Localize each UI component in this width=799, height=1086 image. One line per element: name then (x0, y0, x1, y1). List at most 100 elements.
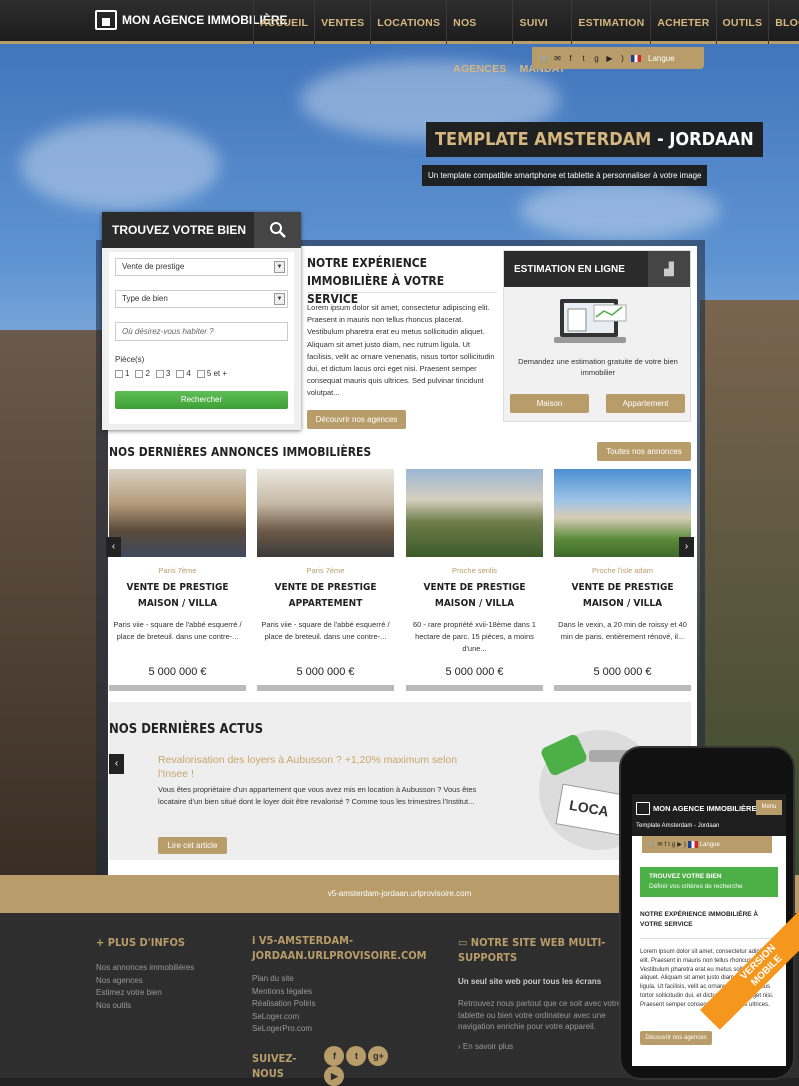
pieces-checkbox-2[interactable]: 2 (135, 369, 150, 378)
footer-link[interactable]: Plan du site (252, 973, 392, 986)
twitter-icon[interactable]: t (579, 54, 588, 63)
info-icon: i (252, 934, 259, 947)
youtube-icon[interactable]: ▶ (605, 54, 614, 63)
estimation-widget: ESTIMATION EN LIGNE ▟ Demandez une estima… (503, 250, 691, 422)
listing-title[interactable]: VENTE DE PRESTIGE APPARTEMENT (257, 580, 394, 612)
news-prev-arrow[interactable]: ‹ (109, 754, 124, 774)
googleplus-icon[interactable]: g (672, 842, 675, 848)
mobile-social-bar: 🛒 ✉ f t g ▶) Langue (642, 836, 772, 853)
listing-card[interactable]: Paris 7ème VENTE DE PRESTIGE MAISON / VIL… (109, 469, 246, 691)
pieces-checkbox-1[interactable]: 1 (115, 369, 129, 378)
footer-link[interactable]: Réalisation Poliris (252, 998, 392, 1011)
nav-acheter[interactable]: ACHETER (650, 0, 715, 44)
footer-link[interactable]: Mentions légales (252, 986, 392, 999)
hero-subtitle: Un template compatible smartphone et tab… (422, 165, 708, 186)
search-title: TROUVEZ VOTRE BIEN (112, 223, 247, 237)
search-icon[interactable] (254, 212, 301, 248)
experience-text: Lorem ipsum dolor sit amet, consectetur … (307, 303, 495, 398)
footer-link[interactable]: Nos agences (96, 975, 236, 988)
facebook-icon[interactable]: f (324, 1045, 345, 1066)
footer-link[interactable]: Nos outils (96, 1000, 236, 1013)
youtube-icon[interactable]: ▶ (677, 841, 682, 848)
mail-icon[interactable]: ✉ (553, 54, 562, 63)
nav-outils[interactable]: OUTILS (715, 0, 769, 44)
estimate-apartment-button[interactable]: Appartement (606, 394, 685, 413)
estimation-title: ESTIMATION EN LIGNE (514, 264, 625, 275)
footer-site-links: Plan du site Mentions légales Réalisatio… (252, 973, 392, 1036)
nav-blog[interactable]: BLOG (768, 0, 799, 44)
mobile-menu-button[interactable]: Menu (756, 800, 782, 815)
pieces-checkbox-4[interactable]: 4 (176, 369, 191, 378)
hero-title-main: TEMPLATE AMSTERDAM (435, 129, 652, 150)
listing-location: Proche l'isle adam (591, 566, 654, 575)
listing-title[interactable]: VENTE DE PRESTIGE MAISON / VILLA (554, 580, 691, 612)
plus-icon: + (96, 936, 108, 949)
all-listings-button[interactable]: Toutes nos annonces (597, 442, 691, 461)
nav-accueil[interactable]: ACCUEIL (253, 0, 314, 44)
rss-icon[interactable]: ) (618, 54, 627, 63)
mobile-mockup: MON AGENCE IMMOBILIÈRE Menu Template Ams… (619, 746, 795, 1080)
facebook-icon[interactable]: f (566, 54, 575, 63)
facebook-icon[interactable]: f (665, 842, 667, 848)
listing-card[interactable]: Proche l'isle adam VENTE DE PRESTIGE MAIS… (554, 469, 691, 691)
listing-title[interactable]: VENTE DE PRESTIGE MAISON / VILLA (406, 580, 543, 612)
footer-link[interactable]: SeLoger.com (252, 1011, 392, 1024)
news-headline[interactable]: Revalorisation des loyers à Aubusson ? +… (158, 753, 488, 781)
mobile-discover-button[interactable]: Découvrir nos agences (640, 1031, 712, 1045)
twitter-icon[interactable]: t (668, 842, 670, 848)
nav-estimation[interactable]: ESTIMATION (571, 0, 650, 44)
youtube-icon[interactable]: ▶ (324, 1065, 345, 1086)
listing-photo[interactable] (406, 469, 543, 557)
mail-icon[interactable]: ✉ (657, 841, 662, 848)
footer-multisupport-sub: Un seul site web pour tous les écrans (458, 977, 602, 986)
read-article-button[interactable]: Lire cet article (158, 837, 227, 854)
cart-icon[interactable]: 🛒 (540, 54, 550, 63)
footer-link[interactable]: Estimez votre bien (96, 987, 236, 1000)
listing-price: 5 000 000 € (148, 666, 207, 678)
listing-photo[interactable] (257, 469, 394, 557)
googleplus-icon[interactable]: g+ (368, 1045, 389, 1066)
listing-card[interactable]: Proche senlis VENTE DE PRESTIGE MAISON / … (406, 469, 543, 691)
main-nav: ACCUEIL VENTES LOCATIONS NOS AGENCES SUI… (253, 0, 799, 75)
laptop-calculator-image (554, 299, 627, 343)
twitter-icon[interactable]: t (346, 1045, 367, 1066)
experience-title: NOTRE EXPÉRIENCE IMMOBILIÈRE À VOTRE SER… (307, 256, 445, 306)
nav-nos-agences[interactable]: NOS AGENCES (446, 0, 512, 75)
carousel-next-arrow[interactable]: › (679, 537, 694, 557)
listing-title[interactable]: VENTE DE PRESTIGE MAISON / VILLA (109, 580, 246, 612)
footer-multisupport-text: Retrouvez nous partout que ce soit avec … (458, 999, 622, 1031)
footer-link[interactable]: Nos annonces immobilières (96, 962, 236, 975)
pieces-checkbox-3[interactable]: 3 (155, 369, 170, 378)
language-selector[interactable]: Langue (648, 54, 675, 63)
listing-photo[interactable] (554, 469, 691, 557)
mobile-search-panel[interactable]: TROUVEZ VOTRE BIEN Définir vos critères d… (640, 867, 778, 897)
cart-icon[interactable]: 🛒 (648, 841, 655, 848)
mobile-language[interactable]: Langue (700, 842, 720, 848)
location-input[interactable]: Où désirez-vous habiter ? (115, 322, 288, 341)
nav-locations[interactable]: LOCATIONS (370, 0, 446, 44)
nav-ventes[interactable]: VENTES (314, 0, 370, 44)
listing-description: 60 - rare propriété xvii-18ème dans 1 he… (413, 620, 536, 653)
rss-icon[interactable]: ) (684, 842, 686, 848)
footer-more[interactable]: › En savoir plus (458, 1041, 623, 1054)
listing-price: 5 000 000 € (296, 666, 355, 678)
mobile-logo[interactable]: MON AGENCE IMMOBILIÈRE (636, 802, 756, 815)
nav-suivi-mandat[interactable]: SUIVI MANDAT (512, 0, 571, 75)
pieces-checkbox-5[interactable]: 5 et + (196, 369, 227, 378)
estimation-header: ESTIMATION EN LIGNE ▟ (504, 251, 690, 287)
discover-agencies-button[interactable]: Découvrir nos agences (307, 410, 406, 429)
news-section: NOS DERNIÈRES ACTUS ‹ Revalorisation des… (109, 702, 691, 860)
googleplus-icon[interactable]: g (592, 54, 601, 63)
estimate-house-button[interactable]: Maison (510, 394, 589, 413)
listing-card[interactable]: Paris 7ème VENTE DE PRESTIGE APPARTEMENT … (257, 469, 394, 691)
property-type-select[interactable]: Type de bien ▼ (115, 290, 288, 308)
listing-location: Paris 7ème (158, 566, 197, 575)
search-button[interactable]: Rechercher (115, 391, 288, 409)
carousel-prev-arrow[interactable]: ‹ (106, 537, 121, 557)
listing-location: Paris 7ème (306, 566, 345, 575)
transaction-select[interactable]: Vente de prestige ▼ (115, 258, 288, 276)
mobile-header: MON AGENCE IMMOBILIÈRE Menu Template Ams… (632, 794, 786, 836)
footer-link[interactable]: SeLogerPro.com (252, 1023, 392, 1036)
listing-photo[interactable] (109, 469, 246, 557)
search-header: TROUVEZ VOTRE BIEN (102, 212, 301, 248)
